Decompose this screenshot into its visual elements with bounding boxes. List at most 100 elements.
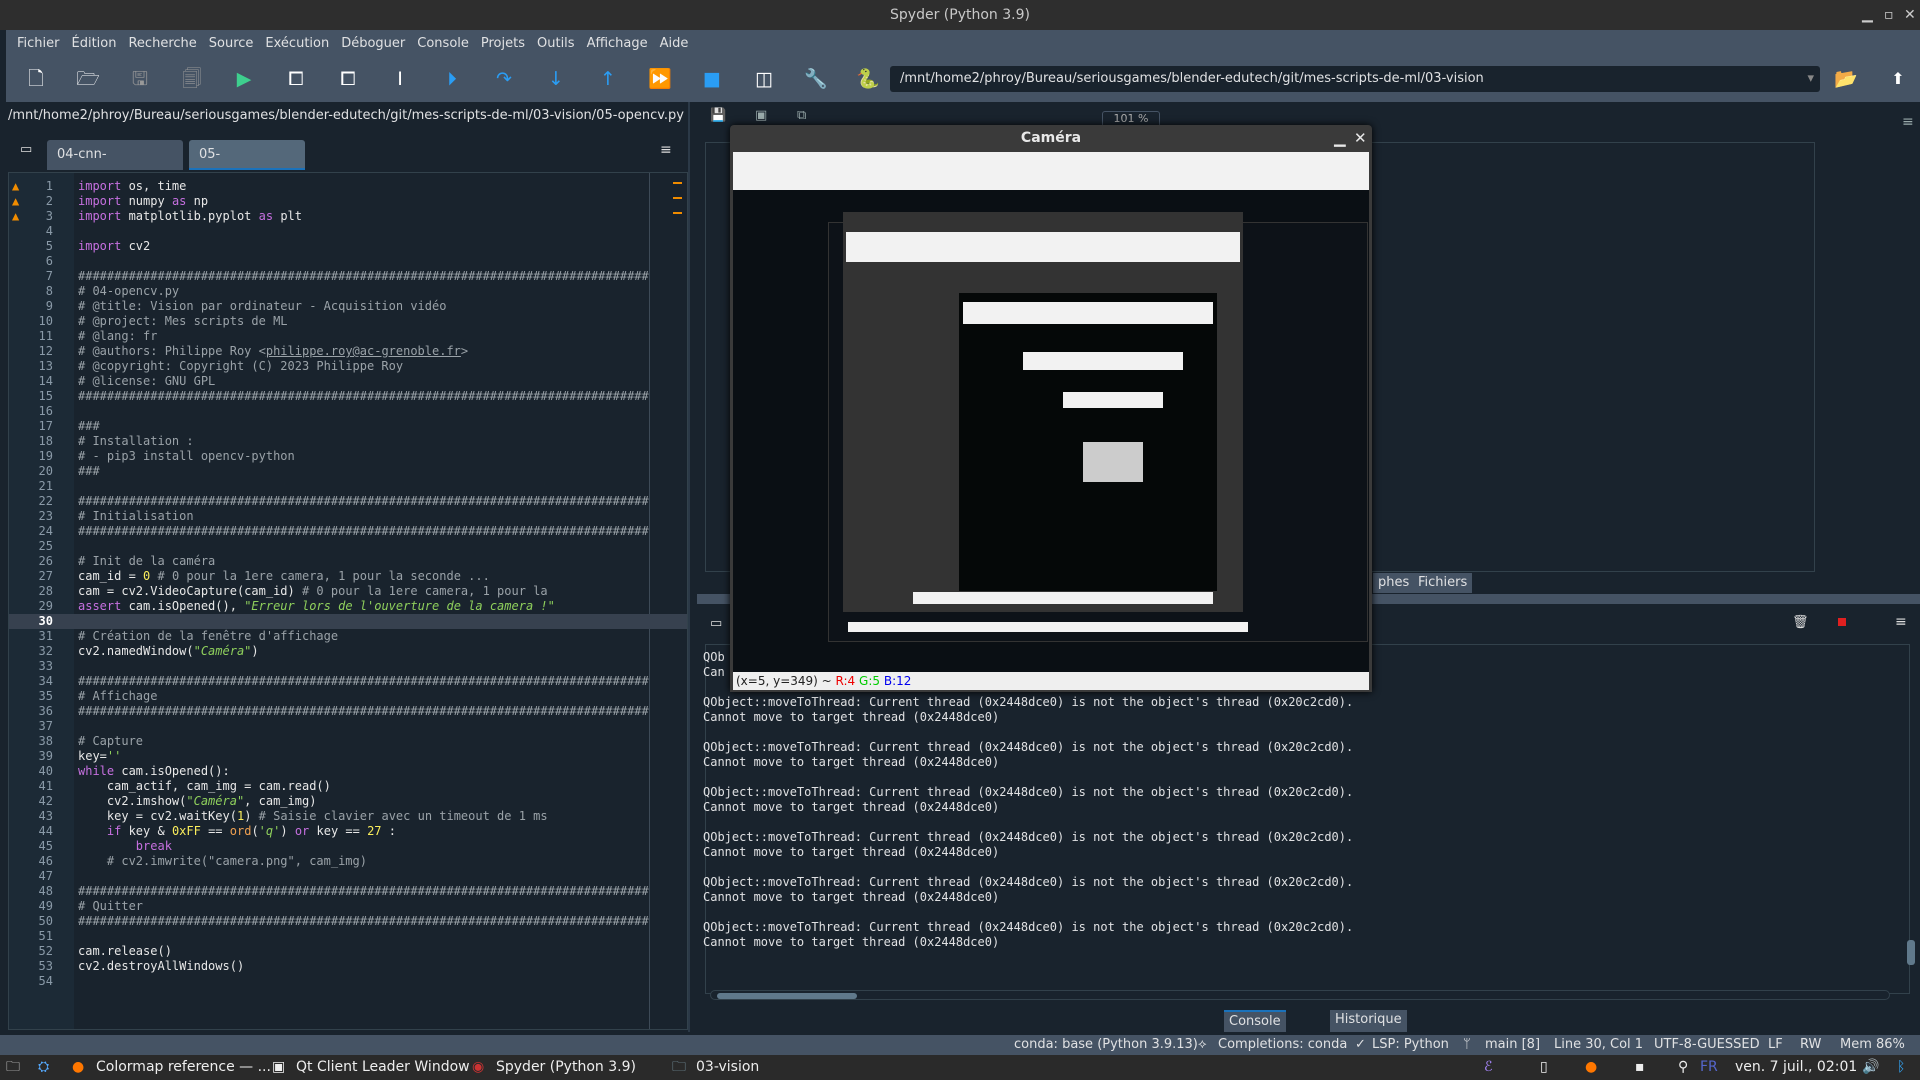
code-line[interactable]: 34 ######################################…	[9, 674, 687, 689]
browse-tabs-icon[interactable]: ▭	[20, 142, 32, 157]
browse-folder-icon[interactable]: 📂	[1832, 66, 1860, 92]
menu-execution[interactable]: Exécution	[265, 36, 329, 51]
code-line[interactable]: 8 # 04-opencv.py	[9, 284, 687, 299]
warning-icon[interactable]: ▲	[12, 194, 19, 209]
code-token[interactable]: philippe.roy@ac-grenoble.fr	[266, 344, 461, 358]
debug-icon[interactable]: ⏵	[438, 66, 466, 92]
menu-fichier[interactable]: Fichier	[17, 36, 60, 51]
app-menu-icon[interactable]: ⛭	[38, 1055, 49, 1080]
code-line[interactable]: 4	[9, 224, 687, 239]
editor-options-menu-icon[interactable]: ≡	[660, 142, 672, 158]
code-line[interactable]: 29 assert cam.isOpened(), "Erreur lors de…	[9, 599, 687, 614]
code-line[interactable]: 42 cv2.imshow("Caméra", cam_img)	[9, 794, 687, 809]
taskbar-item-qt[interactable]: Qt Client Leader Window	[296, 1055, 470, 1080]
code-line[interactable]: 28 cam = cv2.VideoCapture(cam_id) # 0 pou…	[9, 584, 687, 599]
pane-options-menu-icon[interactable]: ≡	[1902, 114, 1914, 130]
menu-edition[interactable]: Édition	[72, 36, 117, 51]
code-line[interactable]: 48 ######################################…	[9, 884, 687, 899]
code-line[interactable]: 31 # Création de la fenêtre d'affichage	[9, 629, 687, 644]
code-line[interactable]: 40 while cam.isOpened():	[9, 764, 687, 779]
display-icon[interactable]: ▯	[1540, 1055, 1548, 1080]
clock[interactable]: ven. 7 juil., 02:01	[1735, 1055, 1857, 1080]
maximize-icon[interactable]: ▫	[1884, 0, 1894, 30]
code-line[interactable]: 33	[9, 659, 687, 674]
code-line[interactable]: 24 ######################################…	[9, 524, 687, 539]
code-line[interactable]: 44 if key & 0xFF == ord('q') or key == 2…	[9, 824, 687, 839]
network-icon[interactable]: ⚲	[1678, 1055, 1688, 1080]
open-file-icon[interactable]: 🗁	[74, 66, 102, 92]
keyboard-layout[interactable]: FR	[1700, 1055, 1718, 1080]
save-all-icon[interactable]: 🗐	[178, 66, 206, 92]
status-branch[interactable]: main [8]	[1485, 1035, 1540, 1055]
code-line[interactable]: 7 #######################################…	[9, 269, 687, 284]
code-line[interactable]: ▲ 1 import os, time	[9, 179, 687, 194]
code-line[interactable]: ▲ 3 import matplotlib.pyplot as plt	[9, 209, 687, 224]
status-lsp[interactable]: LSP: Python	[1372, 1035, 1449, 1055]
code-line[interactable]: 35 # Affichage	[9, 689, 687, 704]
tab-history[interactable]: Historique	[1330, 1010, 1407, 1032]
code-line[interactable]: 50 ######################################…	[9, 914, 687, 929]
minimize-icon[interactable]: ▁	[1334, 125, 1346, 152]
taskbar-item-folder[interactable]: 03-vision	[696, 1055, 759, 1080]
run-selection-icon[interactable]: I	[386, 66, 414, 92]
tab-05-opencv[interactable]: 05-opencv.py✕	[189, 140, 305, 193]
code-line[interactable]: 22 ######################################…	[9, 494, 687, 509]
code-line[interactable]: 5 import cv2	[9, 239, 687, 254]
code-line[interactable]: 6	[9, 254, 687, 269]
code-line[interactable]: 12 # @authors: Philippe Roy <philippe.roy…	[9, 344, 687, 359]
console-horizontal-scrollbar[interactable]	[710, 990, 1890, 1000]
code-line[interactable]: 18 # Installation :	[9, 434, 687, 449]
menu-console[interactable]: Console	[417, 36, 469, 51]
code-line[interactable]: 41 cam_actif, cam_img = cam.read()	[9, 779, 687, 794]
warning-icon[interactable]: ▲	[12, 209, 19, 224]
run-cell-advance-icon[interactable]: ⧠	[334, 66, 362, 92]
code-line[interactable]: 53 cv2.destroyAllWindows()	[9, 959, 687, 974]
wrench-icon[interactable]: 🔧	[802, 66, 830, 92]
code-line[interactable]: 36 ######################################…	[9, 704, 687, 719]
code-line[interactable]: 54	[9, 974, 687, 989]
code-line[interactable]: 25	[9, 539, 687, 554]
menu-recherche[interactable]: Recherche	[128, 36, 196, 51]
parent-directory-icon[interactable]: ⬆	[1884, 66, 1912, 92]
code-line[interactable]: 39 key=''	[9, 749, 687, 764]
taskbar-item-spyder[interactable]: Spyder (Python 3.9)	[496, 1055, 636, 1080]
minimize-icon[interactable]: ▁	[1862, 0, 1873, 30]
code-line[interactable]: 23 # Initialisation	[9, 509, 687, 524]
code-line[interactable]: ▲ 2 import numpy as np	[9, 194, 687, 209]
step-over-icon[interactable]: ↷	[490, 66, 518, 92]
taskbar-item-firefox[interactable]: Colormap reference — ...	[96, 1055, 271, 1080]
menu-source[interactable]: Source	[209, 36, 254, 51]
status-completions[interactable]: Completions: conda	[1218, 1035, 1347, 1055]
close-icon[interactable]: ✕	[1354, 125, 1367, 152]
code-line[interactable]: 19 # - pip3 install opencv-python	[9, 449, 687, 464]
code-editor[interactable]: ▲ 1 import os, time ▲ 2 import numpy as np ▲ 3 i…	[8, 172, 688, 1030]
continue-icon[interactable]: ⏩	[646, 66, 674, 92]
code-line[interactable]: 45 break	[9, 839, 687, 854]
emacs-icon[interactable]: ℰ	[1484, 1055, 1492, 1080]
chevron-down-icon[interactable]: ▾	[1807, 66, 1814, 92]
console-options-menu-icon[interactable]: ≡	[1895, 614, 1907, 630]
tab-04-cnn-cartes[interactable]: 04-cnn-cartes.py✕	[47, 140, 183, 193]
code-line[interactable]: 32 cv2.namedWindow("Caméra")	[9, 644, 687, 659]
code-line[interactable]: 14 # @license: GNU GPL	[9, 374, 687, 389]
file-manager-icon[interactable]: 🗀	[6, 1055, 20, 1080]
code-line[interactable]: 21	[9, 479, 687, 494]
code-line[interactable]: 16	[9, 404, 687, 419]
menu-affichage[interactable]: Affichage	[587, 36, 648, 51]
tab-plots[interactable]: phes	[1373, 573, 1415, 593]
status-env[interactable]: conda: base (Python 3.9.13)	[1014, 1035, 1198, 1055]
run-cell-icon[interactable]: ⧠	[282, 66, 310, 92]
tab-files[interactable]: Fichiers	[1413, 573, 1473, 593]
working-directory-combo[interactable]: /mnt/home2/phroy/Bureau/seriousgames/ble…	[890, 66, 1820, 92]
code-line[interactable]: 20 ###	[9, 464, 687, 479]
code-line[interactable]: 15 ######################################…	[9, 389, 687, 404]
volume-icon[interactable]: 🔊	[1862, 1055, 1879, 1080]
run-icon[interactable]: ▶	[230, 66, 258, 92]
step-into-icon[interactable]: ↓	[542, 66, 570, 92]
code-line[interactable]: 51	[9, 929, 687, 944]
code-line[interactable]: 10 # @project: Mes scripts de ML	[9, 314, 687, 329]
code-line[interactable]: 43 key = cv2.waitKey(1) # Saisie clavier…	[9, 809, 687, 824]
menu-deboguer[interactable]: Déboguer	[341, 36, 405, 51]
clear-console-icon[interactable]: 🗑	[1792, 615, 1809, 630]
firefox-icon[interactable]: ●	[1585, 1055, 1597, 1080]
